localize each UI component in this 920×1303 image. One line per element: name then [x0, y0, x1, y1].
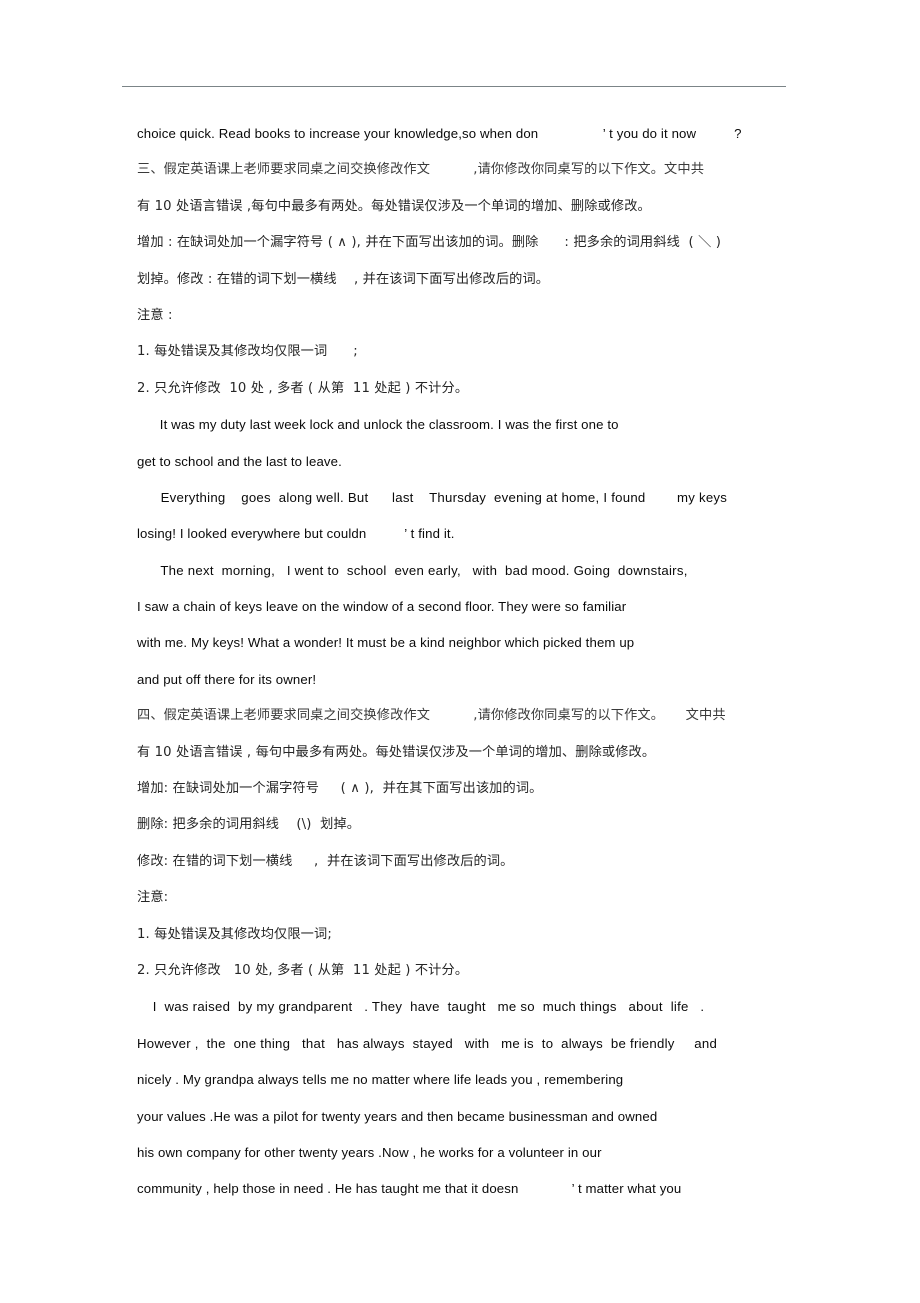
section-heading-four: 四、假定英语课上老师要求同桌之间交换修改作文 ,请你修改你同桌写的以下作文。 文… — [137, 708, 726, 724]
essay-line: community , help those in need . He has … — [137, 1181, 682, 1197]
essay-line: and put off there for its owner! — [137, 671, 317, 687]
text-line: choice quick. Read books to increase you… — [137, 126, 742, 141]
essay-line: with me. My keys! What a wonder! It must… — [137, 635, 635, 651]
essay-line: I was raised by my grandparent . They ha… — [137, 999, 705, 1015]
essay-line: It was my duty last week lock and unlock… — [137, 417, 619, 433]
essay-line: losing! I looked everywhere but couldn ’… — [137, 526, 455, 542]
essay-line: get to school and the last to leave. — [137, 453, 342, 469]
essay-line: his own company for other twenty years .… — [137, 1144, 602, 1160]
notes-label: 注意: — [137, 890, 169, 906]
essay-line: nicely . My grandpa always tells me no m… — [137, 1072, 624, 1088]
text-line: 划掉。修改 : 在错的词下划一横线 , 并在该词下面写出修改后的词。 — [137, 271, 550, 287]
text-line: 增加 : 在缺词处加一个漏字符号 ( ∧ ), 并在下面写出该加的词。删除 : … — [137, 235, 722, 251]
header-divider-rule — [122, 86, 786, 87]
notes-label: 注意 : — [137, 307, 173, 323]
document-body: choice quick. Read books to increase you… — [137, 116, 785, 1208]
note-item: 2. 只允许修改 10 处 , 多者 ( 从第 11 处起 ) 不计分。 — [137, 380, 469, 396]
section-heading-three: 三、假定英语课上老师要求同桌之间交换修改作文 ,请你修改你同桌写的以下作文。文中… — [137, 162, 705, 178]
essay-line: However , the one thing that has always … — [137, 1035, 718, 1051]
essay-line: The next morning, I went to school even … — [137, 562, 688, 578]
text-line: 增加: 在缺词处加一个漏字符号 ( ∧ ), 并在其下面写出该加的词。 — [137, 781, 543, 797]
essay-line: your values .He was a pilot for twenty y… — [137, 1108, 658, 1124]
text-line: 修改: 在错的词下划一横线 , 并在该词下面写出修改后的词。 — [137, 853, 514, 869]
essay-line: I saw a chain of keys leave on the windo… — [137, 599, 627, 615]
document-page: choice quick. Read books to increase you… — [0, 0, 920, 1303]
text-line: 删除: 把多余的词用斜线 (\) 划掉。 — [137, 817, 361, 833]
note-item: 2. 只允许修改 10 处, 多者 ( 从第 11 处起 ) 不计分。 — [137, 962, 469, 978]
text-line: 有 10 处语言错误 , 每句中最多有两处。每处错误仅涉及一个单词的增加、删除或… — [137, 744, 656, 760]
note-item: 1. 每处错误及其修改均仅限一词; — [137, 926, 332, 942]
text-line: 有 10 处语言错误 ,每句中最多有两处。每处错误仅涉及一个单词的增加、删除或修… — [137, 198, 651, 214]
note-item: 1. 每处错误及其修改均仅限一词 ; — [137, 344, 358, 360]
essay-line: Everything goes along well. But last Thu… — [137, 489, 728, 505]
